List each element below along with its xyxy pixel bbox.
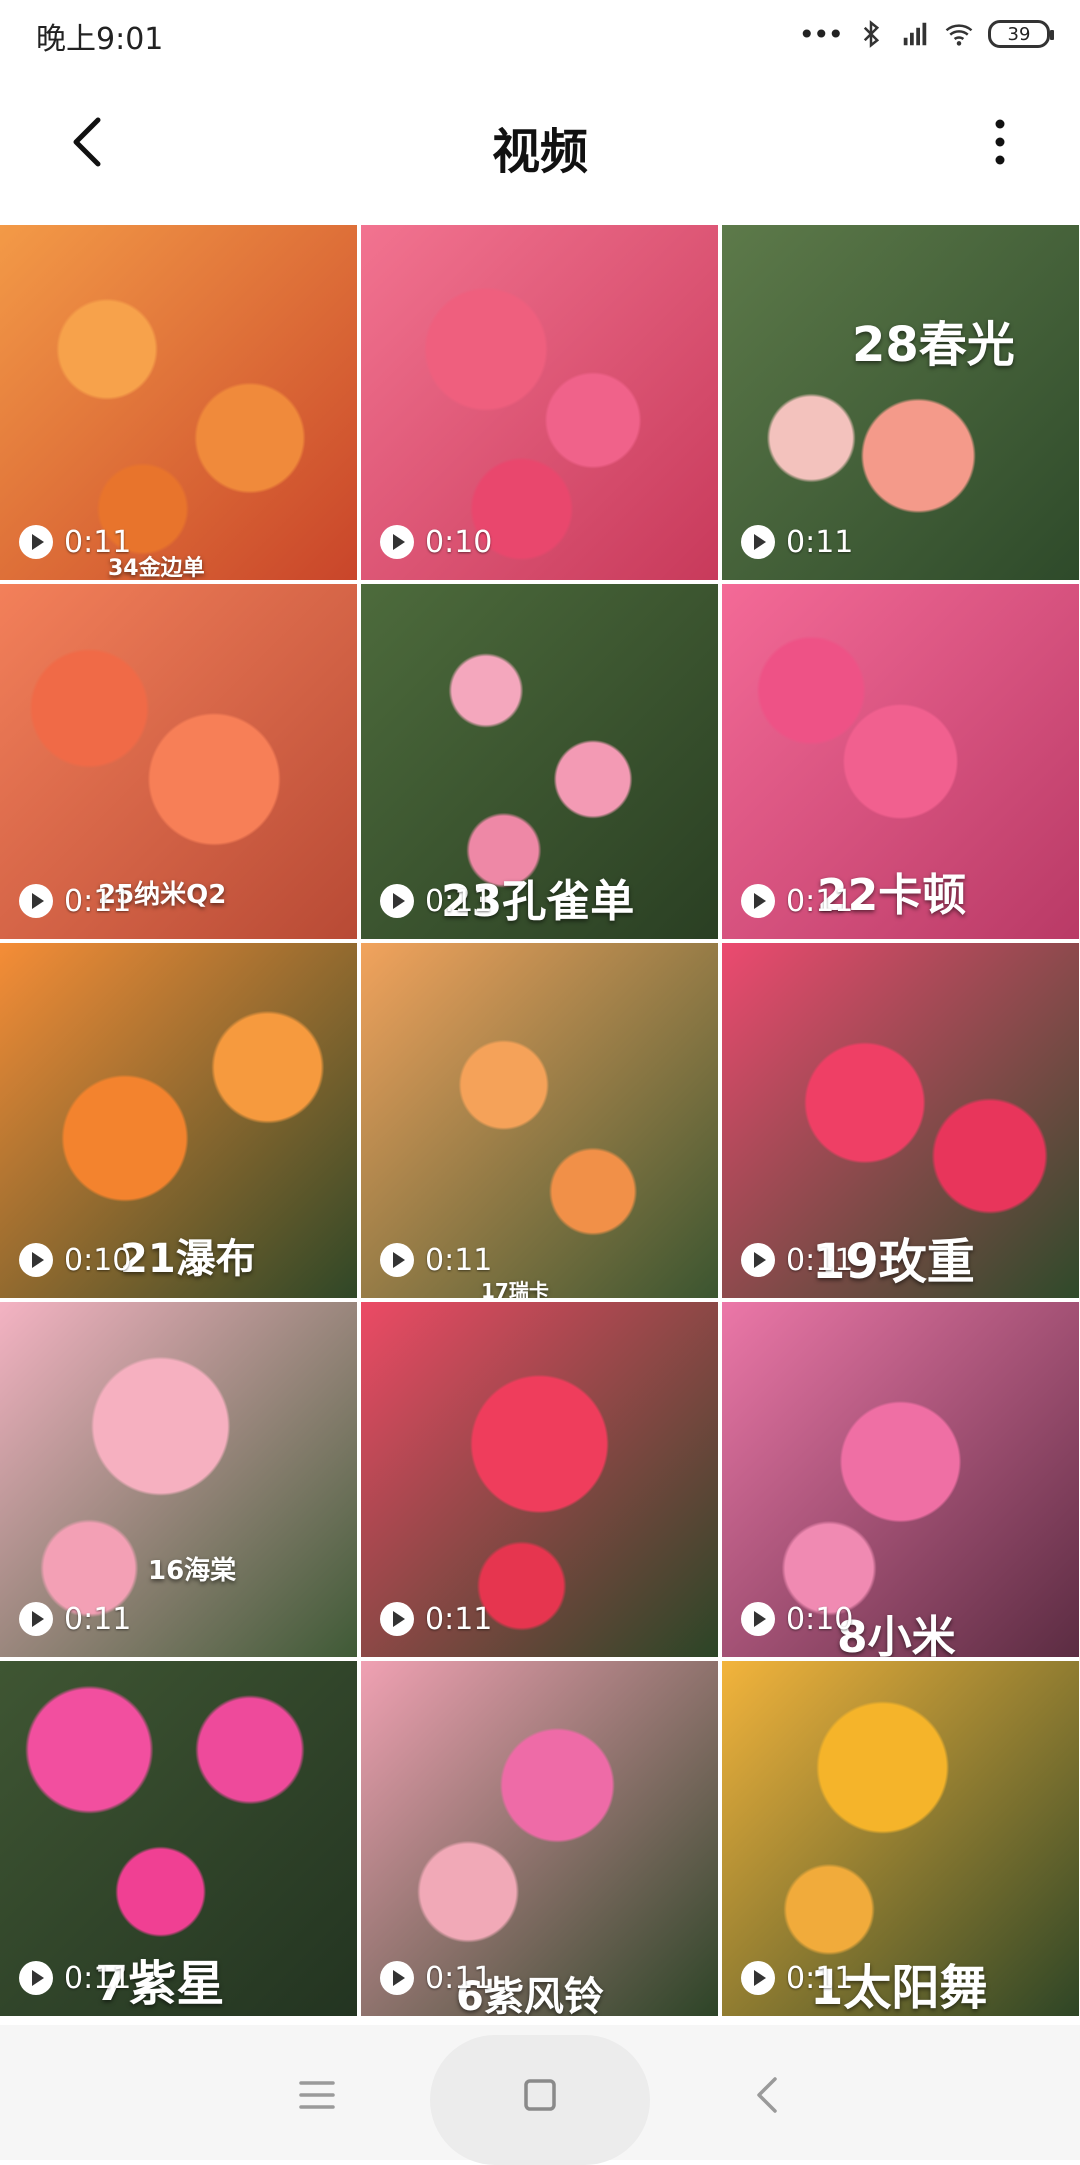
video-label: 21瀑布 xyxy=(120,1236,256,1282)
battery-level: 39 xyxy=(1007,23,1031,45)
video-duration: 0:11 xyxy=(379,883,492,919)
status-time: 晚上9:01 xyxy=(36,22,164,57)
app-bar: 视频 xyxy=(0,72,1080,222)
play-icon xyxy=(741,884,775,918)
video-duration: 0:11 xyxy=(740,524,853,560)
play-icon xyxy=(19,1602,53,1636)
video-duration: 0:11 xyxy=(740,883,853,919)
video-label: 28春光 xyxy=(852,317,1015,373)
play-icon xyxy=(19,884,53,918)
video-duration: 0:11 xyxy=(18,524,131,560)
video-duration: 0:11 xyxy=(379,1242,492,1278)
more-options-button[interactable] xyxy=(980,110,1020,174)
video-thumbnail[interactable]: 22卡顿 0:11 xyxy=(722,584,1079,939)
signal-icon xyxy=(903,22,927,46)
video-thumbnail[interactable]: 8小米 0:10 xyxy=(722,1302,1079,1657)
video-duration: 0:10 xyxy=(379,524,492,560)
video-thumbnail[interactable]: 21瀑布 0:10 xyxy=(0,943,357,1298)
video-grid: 34金边单 0:11 0:10 28春光 0:11 25纳米Q2 0:11 23… xyxy=(0,225,1080,2025)
play-icon xyxy=(380,525,414,559)
video-duration: 0:11 xyxy=(379,1960,492,1996)
home-icon xyxy=(524,2079,556,2111)
video-thumbnail[interactable]: 0:11 xyxy=(361,1302,718,1657)
play-icon xyxy=(741,1961,775,1995)
play-icon xyxy=(741,1602,775,1636)
status-bar: 晚上9:01 ••• 39 xyxy=(0,0,1080,72)
home-button[interactable] xyxy=(500,2055,580,2135)
video-thumbnail[interactable]: 23孔雀单 0:11 xyxy=(361,584,718,939)
video-duration: 0:10 xyxy=(18,1242,131,1278)
system-nav-bar xyxy=(0,2025,1080,2165)
nav-back-button[interactable] xyxy=(727,2055,807,2135)
video-duration: 0:11 xyxy=(18,1960,131,1996)
video-duration: 0:11 xyxy=(18,1601,131,1637)
menu-button[interactable] xyxy=(277,2055,357,2135)
back-icon xyxy=(757,2077,777,2113)
video-thumbnail[interactable]: 19玫重 0:11 xyxy=(722,943,1079,1298)
video-duration: 0:11 xyxy=(740,1242,853,1278)
play-icon xyxy=(380,1243,414,1277)
play-icon xyxy=(19,525,53,559)
page-title: 视频 xyxy=(491,124,588,180)
play-icon xyxy=(19,1961,53,1995)
play-icon xyxy=(380,1602,414,1636)
video-thumbnail[interactable]: 0:10 xyxy=(361,225,718,580)
bluetooth-icon xyxy=(863,20,880,48)
video-label: 17瑞卡 xyxy=(481,1279,549,1298)
more-vertical-icon xyxy=(995,119,1005,165)
video-thumbnail[interactable]: 16海棠 0:11 xyxy=(0,1302,357,1657)
video-label: 16海棠 xyxy=(148,1556,237,1586)
video-duration: 0:11 xyxy=(740,1960,853,1996)
play-icon xyxy=(741,525,775,559)
play-icon xyxy=(380,1961,414,1995)
status-icons: ••• 39 xyxy=(798,14,1054,54)
video-thumbnail[interactable]: 34金边单 0:11 xyxy=(0,225,357,580)
play-icon xyxy=(741,1243,775,1277)
video-thumbnail[interactable]: 7紫星 0:11 xyxy=(0,1661,357,2016)
video-thumbnail[interactable]: 25纳米Q2 0:11 xyxy=(0,584,357,939)
video-thumbnail[interactable]: 1太阳舞 0:11 xyxy=(722,1661,1079,2016)
video-duration: 0:11 xyxy=(379,1601,492,1637)
menu-icon xyxy=(299,2081,335,2109)
video-thumbnail[interactable]: 6紫风铃 0:11 xyxy=(361,1661,718,2016)
play-icon xyxy=(19,1243,53,1277)
more-notifications-icon: ••• xyxy=(798,17,844,51)
video-thumbnail[interactable]: 17瑞卡 0:11 xyxy=(361,943,718,1298)
video-duration: 0:11 xyxy=(18,883,131,919)
video-duration: 0:10 xyxy=(740,1601,853,1637)
video-thumbnail[interactable]: 28春光 0:11 xyxy=(722,225,1079,580)
battery-icon: 39 xyxy=(988,20,1054,48)
play-icon xyxy=(380,884,414,918)
wifi-icon xyxy=(945,24,973,46)
video-label: 8小米 xyxy=(837,1612,956,1657)
